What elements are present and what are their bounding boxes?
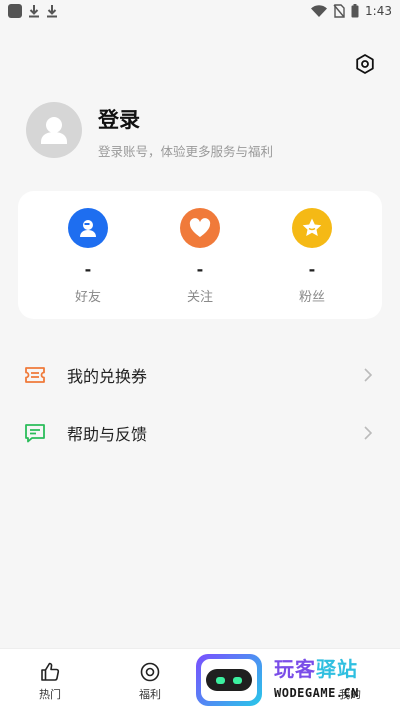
stat-following[interactable]: - 关注 bbox=[158, 191, 242, 319]
nav-tab-welfare[interactable]: 福利 bbox=[100, 649, 200, 710]
menu-item-label: 我的兑换券 bbox=[67, 367, 148, 386]
chevron-right-icon bbox=[364, 368, 373, 382]
chat-icon bbox=[239, 661, 261, 683]
stat-value: - bbox=[84, 260, 92, 279]
stat-label: 关注 bbox=[186, 290, 213, 305]
wifi-icon bbox=[311, 5, 328, 17]
status-bar: 1:43 bbox=[0, 0, 400, 22]
login-subtitle: 登录账号，体验更多服务与福利 bbox=[98, 144, 274, 159]
stat-value: - bbox=[196, 260, 204, 279]
nav-tab-hot[interactable]: 热门 bbox=[0, 649, 100, 710]
stat-label: 粉丝 bbox=[298, 290, 325, 305]
chevron-right-icon bbox=[364, 426, 373, 440]
heart-icon bbox=[180, 208, 220, 248]
settings-button[interactable] bbox=[352, 51, 378, 77]
nav-label: 福利 bbox=[139, 688, 161, 701]
feedback-icon bbox=[24, 422, 46, 444]
menu-item-help-feedback[interactable]: 帮助与反馈 bbox=[0, 405, 400, 461]
avatar[interactable] bbox=[26, 102, 82, 158]
stats-card: - 好友 - 关注 - 粉丝 bbox=[18, 191, 382, 319]
login-title[interactable]: 登录 bbox=[98, 104, 140, 134]
menu-item-coupons[interactable]: 我的兑换券 bbox=[0, 347, 400, 403]
clock: 1:43 bbox=[365, 4, 392, 18]
coupon-icon bbox=[24, 364, 46, 386]
hexagon-settings-icon bbox=[356, 54, 374, 74]
bottom-nav: 热门 福利 聊天 我的 bbox=[0, 648, 400, 710]
stat-value: - bbox=[308, 260, 316, 279]
target-icon bbox=[139, 661, 161, 683]
nav-tab-chat[interactable]: 聊天 bbox=[200, 649, 300, 710]
app-square-icon bbox=[8, 4, 22, 18]
status-right-icons: 1:43 bbox=[311, 4, 392, 18]
profile-icon bbox=[339, 661, 361, 683]
stat-label: 好友 bbox=[74, 290, 101, 305]
friend-icon bbox=[68, 208, 108, 248]
download-icon bbox=[29, 5, 39, 18]
battery-icon bbox=[351, 4, 359, 18]
nav-label: 聊天 bbox=[239, 688, 261, 701]
stat-fans[interactable]: - 粉丝 bbox=[270, 191, 354, 319]
status-left-icons bbox=[8, 4, 58, 18]
no-sim-icon bbox=[333, 4, 345, 18]
nav-label: 热门 bbox=[39, 688, 61, 701]
stat-friends[interactable]: - 好友 bbox=[46, 191, 130, 319]
nav-label: 我的 bbox=[339, 688, 361, 701]
menu-item-label: 帮助与反馈 bbox=[67, 425, 148, 444]
thumbs-up-icon bbox=[39, 661, 61, 683]
star-icon bbox=[292, 208, 332, 248]
nav-tab-mine[interactable]: 我的 bbox=[300, 649, 400, 710]
default-user-icon bbox=[41, 117, 67, 144]
download-icon bbox=[47, 5, 57, 18]
